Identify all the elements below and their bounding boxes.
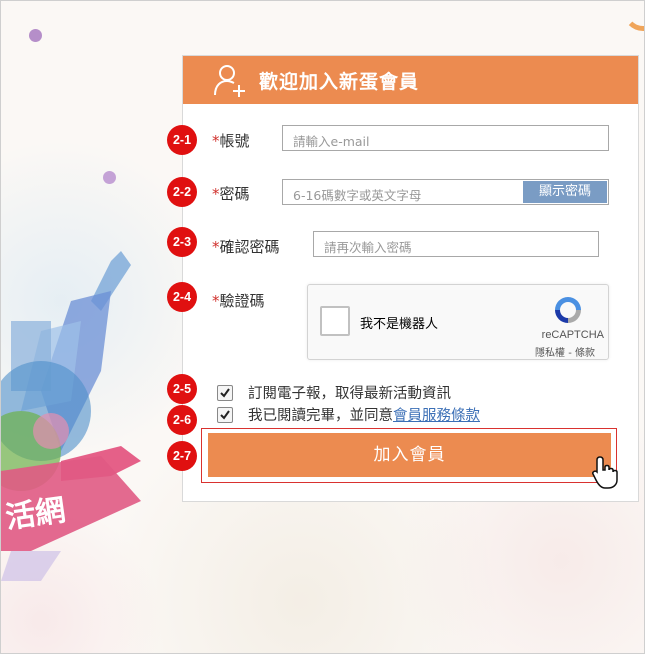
step-badge: 2-1 [167,125,197,155]
checkbox-checked-icon [220,388,230,398]
hand-cursor-icon [592,456,618,489]
purple-dot [103,171,116,184]
captcha-label: *驗證碼 [212,290,265,311]
step-badge: 2-3 [167,227,197,257]
user-plus-icon [214,65,245,97]
step-badge: 2-6 [167,405,197,435]
subscribe-checkbox[interactable] [217,385,233,401]
purple-dot [29,29,42,42]
orange-arc [623,1,644,31]
required-mark: * [212,185,220,203]
agree-label: 我已閱讀完畢，並同意會員服務條款 [248,404,480,425]
recaptcha-brand: reCAPTCHA [541,329,604,341]
join-member-button[interactable]: 加入會員 [208,433,611,477]
checkbox-checked-icon [220,410,230,420]
required-mark: * [212,132,220,150]
password-label-text: 密碼 [219,185,250,203]
required-mark: * [212,238,220,256]
form-title: 歡迎加入新蛋會員 [259,70,420,93]
password-label: *密碼 [212,183,250,204]
account-label: *帳號 [212,130,250,151]
step-badge: 2-5 [167,374,197,404]
required-mark: * [212,292,220,310]
captcha-label-text: 驗證碼 [219,292,265,310]
step-badge: 2-2 [167,177,197,207]
banner-text: 活網 [3,492,68,536]
confirm-password-label: *確認密碼 [212,236,280,257]
step-badge: 2-7 [167,441,197,471]
account-label-text: 帳號 [219,132,250,150]
recaptcha-widget: 我不是機器人 reCAPTCHA 隱私權 - 條款 [307,284,609,360]
page-background: 活網 歡迎加入新蛋會員 2-1 2-2 2-3 2-4 2-5 2-6 2-7 … [0,0,645,654]
confirm-password-field[interactable]: 請再次輸入密碼 [313,231,599,257]
email-field[interactable]: 請輸入e-mail [282,125,609,151]
submit-highlight: 加入會員 [201,428,617,483]
show-password-button[interactable]: 顯示密碼 [523,181,607,203]
subscribe-label: 訂閱電子報，取得最新活動資訊 [248,386,451,402]
step-badge: 2-4 [167,282,197,312]
recaptcha-label: 我不是機器人 [360,317,439,332]
agree-text: 我已閱讀完畢，並同意 [248,408,393,424]
terms-link[interactable]: 會員服務條款 [393,408,480,424]
recaptcha-logo-icon [555,297,581,323]
recaptcha-links[interactable]: 隱私權 - 條款 [535,344,595,359]
confirm-password-label-text: 確認密碼 [219,238,280,256]
agree-checkbox[interactable] [217,407,233,423]
recaptcha-checkbox[interactable] [320,306,350,336]
form-header: 歡迎加入新蛋會員 [183,56,638,104]
